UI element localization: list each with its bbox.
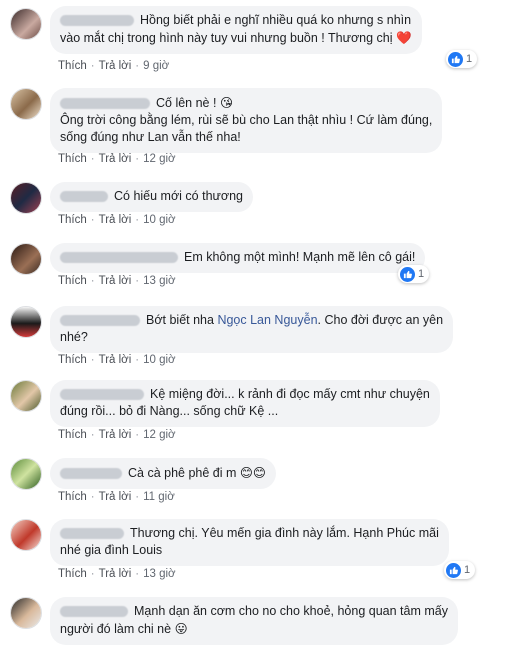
avatar[interactable] (10, 88, 42, 120)
comment-text: Cố lên nè ! (156, 96, 217, 110)
like-reaction-icon (446, 562, 461, 578)
reply-link[interactable]: Trả lời (99, 429, 132, 441)
reaction-count[interactable]: 1 (398, 265, 430, 283)
timestamp[interactable]: 12 giờ (143, 153, 175, 165)
reaction-count[interactable]: 1 (446, 50, 478, 68)
comment-text-continued: Ông trời công bằng lém, rùi sẽ bù cho La… (60, 113, 433, 144)
comment-actions: Thích · Trả lời · 12 giờ (58, 153, 176, 165)
reaction-count-value: 1 (464, 564, 471, 576)
like-link[interactable]: Thích (58, 60, 87, 72)
separator: · (135, 354, 140, 366)
separator: · (90, 568, 95, 580)
separator: · (90, 153, 95, 165)
avatar[interactable] (10, 519, 42, 551)
reply-link[interactable]: Trả lời (99, 60, 132, 72)
separator: · (135, 153, 140, 165)
reaction-count[interactable]: 1 (444, 561, 476, 579)
like-link[interactable]: Thích (58, 568, 87, 580)
comment-actions: Thích · Trả lời · 10 giờ (58, 354, 176, 366)
timestamp[interactable]: 13 giờ (143, 275, 175, 287)
timestamp[interactable]: 13 giờ (143, 568, 175, 580)
timestamp[interactable]: 10 giờ (143, 214, 175, 226)
avatar[interactable] (10, 306, 42, 338)
comment-bubble: Có hiếu mới có thương (50, 182, 253, 212)
comment-bubble: Em không một mình! Mạnh mẽ lên cô gái! (50, 243, 426, 273)
author-name-redacted[interactable] (60, 15, 134, 27)
comment-feed: Hồng biết phải e nghĩ nhiều quá ko nhưng… (0, 0, 512, 648)
comment-text: Bớt biết nha (146, 313, 214, 327)
separator: · (135, 429, 140, 441)
author-name-redacted[interactable] (60, 252, 178, 264)
comment-actions: Thích · Trả lời · 12 giờ (58, 429, 176, 441)
smile-emoji: 😊😊 (239, 465, 266, 480)
separator: · (90, 275, 95, 287)
author-name-redacted[interactable] (60, 468, 122, 480)
comment-bubble: Kệ miệng đời... k rảnh đi đọc mấy cmt nh… (50, 380, 440, 427)
separator: · (135, 214, 140, 226)
author-name-redacted[interactable] (60, 98, 150, 110)
comment-bubble: Cà cà phê phê đi m 😊😊 (50, 458, 276, 489)
avatar[interactable] (10, 458, 42, 490)
comment-actions: Thích · Trả lời · 10 giờ (58, 214, 176, 226)
author-name-redacted[interactable] (60, 606, 128, 618)
timestamp[interactable]: 9 giờ (143, 60, 169, 72)
avatar[interactable] (10, 182, 42, 214)
like-link[interactable]: Thích (58, 275, 87, 287)
like-link[interactable]: Thích (58, 491, 87, 503)
avatar[interactable] (10, 243, 42, 275)
timestamp[interactable]: 10 giờ (143, 354, 175, 366)
comment-bubble: Mạnh dạn ăn cơm cho no cho khoẻ, hỏng qu… (50, 597, 458, 645)
like-link[interactable]: Thích (58, 354, 87, 366)
separator: · (90, 60, 95, 72)
separator: · (90, 491, 95, 503)
comment-bubble: Bớt biết nha Ngọc Lan Nguyễn. Cho đời đư… (50, 306, 454, 353)
reply-link[interactable]: Trả lời (99, 153, 132, 165)
comment-actions: Thích · Trả lời · 13 giờ (58, 568, 176, 580)
like-link[interactable]: Thích (58, 214, 87, 226)
author-name-redacted[interactable] (60, 528, 124, 540)
avatar[interactable] (10, 597, 42, 629)
separator: · (135, 275, 140, 287)
avatar[interactable] (10, 380, 42, 412)
reply-link[interactable]: Trả lời (99, 275, 132, 287)
like-link[interactable]: Thích (58, 153, 87, 165)
comment-bubble: Hồng biết phải e nghĩ nhiều quá ko nhưng… (50, 6, 422, 54)
comment-text: Có hiếu mới có thương (114, 189, 243, 203)
separator: · (135, 568, 140, 580)
reaction-count-value: 1 (466, 53, 473, 65)
like-link[interactable]: Thích (58, 429, 87, 441)
comment-actions: Thích · Trả lời · 13 giờ (58, 275, 176, 287)
comment-text: Em không một mình! Mạnh mẽ lên cô gái! (184, 250, 416, 264)
separator: · (90, 214, 95, 226)
author-name-redacted[interactable] (60, 191, 108, 203)
like-reaction-icon (400, 266, 415, 282)
tongue-emoji: 😛 (174, 621, 188, 636)
heart-emoji: ❤️ (396, 30, 412, 45)
comment-text: Cà cà phê phê đi m (128, 466, 237, 480)
separator: · (135, 491, 140, 503)
separator: · (90, 429, 95, 441)
reply-link[interactable]: Trả lời (99, 568, 132, 580)
like-reaction-icon (448, 51, 463, 67)
comment-actions: Thích · Trả lời · 9 giờ (58, 60, 169, 72)
comment-bubble: Cố lên nè ! 😘 Ông trời công bằng lém, rùi… (50, 88, 443, 153)
kiss-emoji: 😘 (219, 95, 233, 110)
timestamp[interactable]: 11 giờ (143, 491, 175, 503)
separator: · (90, 354, 95, 366)
author-name-redacted[interactable] (60, 389, 144, 401)
timestamp[interactable]: 12 giờ (143, 429, 175, 441)
reply-link[interactable]: Trả lời (99, 214, 132, 226)
reply-link[interactable]: Trả lời (99, 491, 132, 503)
reaction-count-value: 1 (418, 268, 425, 280)
separator: · (135, 60, 140, 72)
comment-actions: Thích · Trả lời · 11 giờ (58, 491, 175, 503)
avatar[interactable] (10, 8, 42, 40)
comment-bubble: Thương chị. Yêu mến gia đình này lắm. Hạ… (50, 519, 449, 566)
mention-link[interactable]: Ngọc Lan Nguyễn (217, 313, 317, 327)
reply-link[interactable]: Trả lời (99, 354, 132, 366)
author-name-redacted[interactable] (60, 315, 140, 327)
